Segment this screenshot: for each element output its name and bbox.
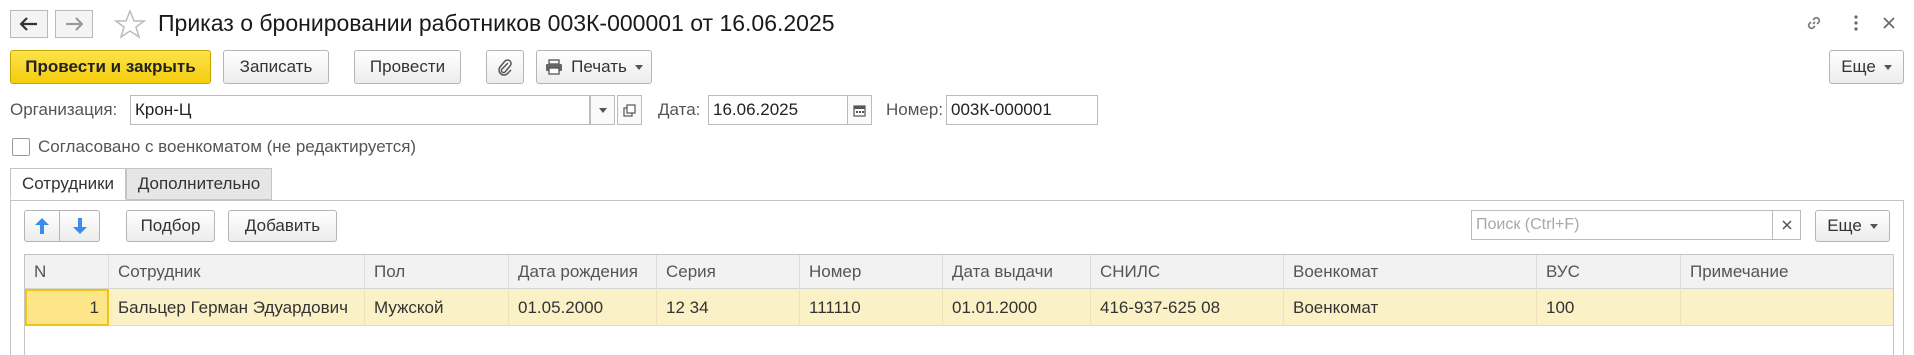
calendar-button[interactable] [847,95,872,125]
favorite-star-icon[interactable] [113,8,147,39]
paperclip-icon [498,59,512,76]
column-header[interactable]: Дата рождения [509,255,657,289]
snils-cell[interactable]: 416-937-625 08 [1091,289,1284,326]
gender-cell[interactable]: Мужской [365,289,509,326]
organization-dropdown-button[interactable] [590,95,615,125]
clear-search-button[interactable] [1773,210,1801,240]
column-header[interactable]: Сотрудник [109,255,365,289]
printer-icon [546,59,563,75]
note-cell[interactable] [1681,289,1893,326]
row-number-cell[interactable]: 1 [25,289,109,326]
arrow-right-icon [66,17,83,31]
table-more-label: Еще [1827,216,1862,235]
chevron-down-icon [634,64,643,70]
number-cell[interactable]: 111110 [800,289,943,326]
print-label: Печать [571,57,627,76]
tab-additional[interactable]: Дополнительно [126,168,272,200]
column-header[interactable]: Пол [365,255,509,289]
open-form-icon [623,103,636,117]
attach-button[interactable] [486,50,524,84]
vertical-dots-icon[interactable] [1843,10,1869,36]
agreed-label: Согласовано с военкоматом (не редактируе… [38,137,417,156]
tab-employees[interactable]: Сотрудники [10,168,126,200]
employees-table: N Сотрудник Пол Дата рождения Серия Номе… [24,254,1894,355]
add-button[interactable]: Добавить [228,210,337,242]
column-header[interactable]: ВУС [1537,255,1681,289]
organization-label: Организация: [10,100,118,119]
chevron-down-icon [1869,223,1878,229]
birth-date-cell[interactable]: 01.05.2000 [509,289,657,326]
column-header[interactable]: N [25,255,109,289]
column-header[interactable]: Примечание [1681,255,1893,289]
chevron-down-icon [1883,64,1892,70]
print-button[interactable]: Печать [536,50,652,84]
vus-cell[interactable]: 100 [1537,289,1681,326]
search-input[interactable]: Поиск (Ctrl+F) [1471,210,1773,240]
issue-date-cell[interactable]: 01.01.2000 [943,289,1091,326]
organization-field[interactable]: Крон-Ц [130,95,590,125]
back-button[interactable] [10,10,48,38]
forward-button[interactable] [55,10,93,38]
date-label: Дата: [658,100,701,119]
page-title: Приказ о бронировании работников 003К-00… [158,10,835,36]
post-button[interactable]: Провести [354,50,461,84]
more-button[interactable]: Еще [1829,50,1904,84]
organization-open-button[interactable] [617,95,642,125]
table-header: N Сотрудник Пол Дата рождения Серия Номе… [25,255,1893,289]
column-header[interactable]: Военкомат [1284,255,1537,289]
series-cell[interactable]: 12 34 [657,289,800,326]
date-field[interactable]: 16.06.2025 [708,95,848,125]
chevron-down-icon [598,107,607,113]
post-and-close-button[interactable]: Провести и закрыть [10,50,211,84]
pick-button[interactable]: Подбор [126,210,215,242]
close-icon[interactable] [1876,10,1902,36]
column-header[interactable]: Серия [657,255,800,289]
more-label: Еще [1841,57,1876,76]
column-header[interactable]: СНИЛС [1091,255,1284,289]
table-row[interactable]: 1 Бальцер Герман Эдуардович Мужской 01.0… [25,289,1893,326]
move-up-button[interactable] [24,210,60,242]
agreed-checkbox[interactable] [12,138,30,156]
number-field[interactable]: 003К-000001 [946,95,1098,125]
close-icon [1781,220,1792,230]
table-more-button[interactable]: Еще [1815,210,1890,242]
move-down-button[interactable] [60,210,100,242]
calendar-icon [853,104,866,117]
arrow-up-icon [35,218,49,234]
save-button[interactable]: Записать [223,50,329,84]
military-office-cell[interactable]: Военкомат [1284,289,1537,326]
number-label: Номер: [886,100,944,119]
column-header[interactable]: Номер [800,255,943,289]
column-header[interactable]: Дата выдачи [943,255,1091,289]
arrow-left-icon [20,17,37,31]
link-icon[interactable] [1801,10,1827,36]
arrow-down-icon [72,218,87,234]
employee-cell[interactable]: Бальцер Герман Эдуардович [109,289,365,326]
